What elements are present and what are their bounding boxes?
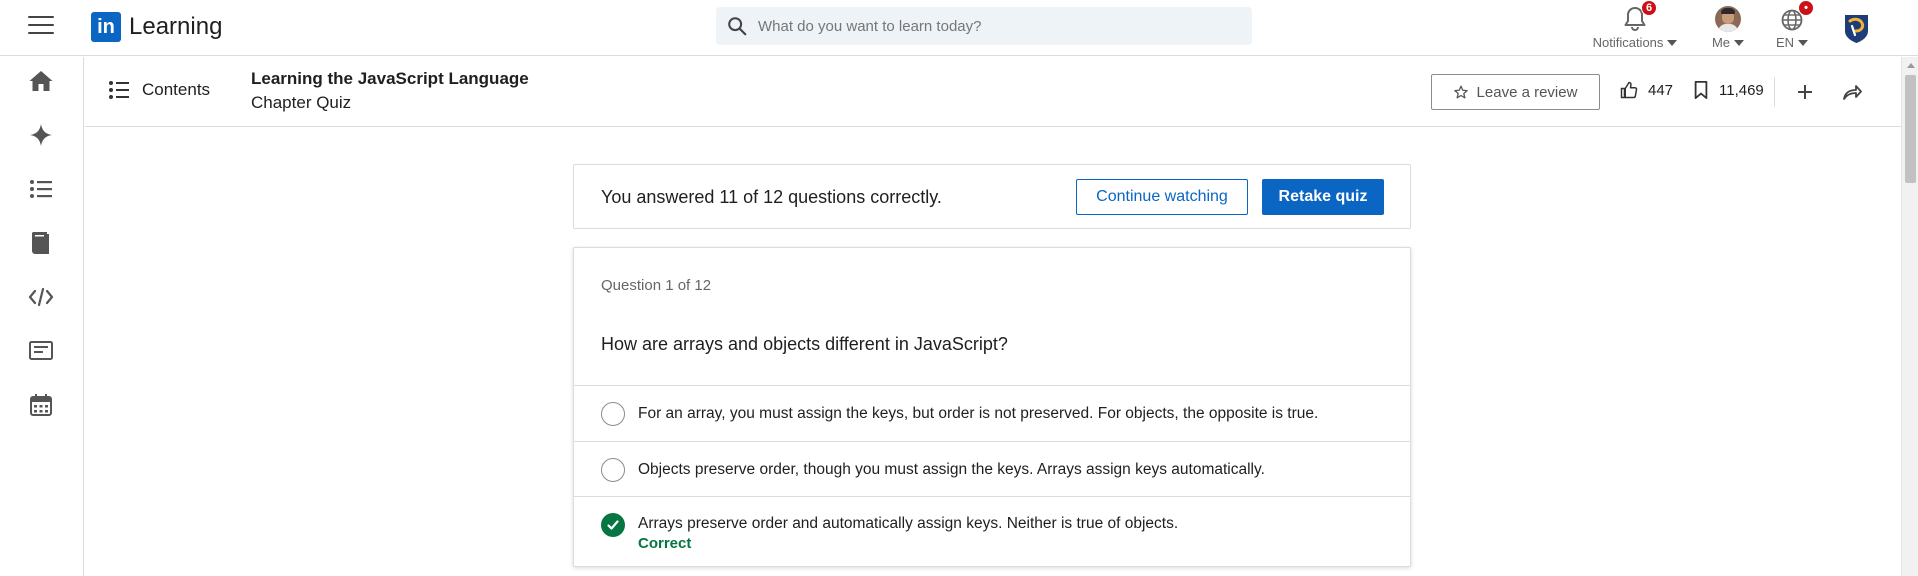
share-icon[interactable] xyxy=(1841,81,1863,103)
save-count: 11,469 xyxy=(1719,81,1764,99)
course-subtitle: Chapter Quiz xyxy=(251,93,352,112)
quiz-result-text: You answered 11 of 12 questions correctl… xyxy=(601,187,942,207)
sparkle-icon[interactable] xyxy=(27,121,55,149)
thumbs-up-icon xyxy=(1620,81,1638,99)
answer-option-text: Arrays preserve order and automatically … xyxy=(638,515,1179,532)
organization-shield-icon[interactable] xyxy=(1843,13,1870,43)
header-divider xyxy=(1774,77,1775,107)
book-icon[interactable] xyxy=(27,229,55,257)
leave-review-label: Leave a review xyxy=(1476,83,1578,101)
radio-button[interactable] xyxy=(601,458,625,482)
avatar xyxy=(1715,6,1741,32)
contents-list-icon xyxy=(109,81,129,99)
chevron-down-icon xyxy=(1734,39,1745,46)
list-icon[interactable] xyxy=(27,175,55,203)
linkedin-in-icon: in xyxy=(91,12,121,42)
bookmark-icon xyxy=(1694,81,1708,99)
question-card: Question 1 of 12 How are arrays and obje… xyxy=(573,247,1411,567)
calendar-icon[interactable] xyxy=(27,391,55,419)
answer-option-text: Objects preserve order, though you must … xyxy=(638,461,1265,478)
answer-option[interactable]: Objects preserve order, though you must … xyxy=(574,441,1410,496)
answer-option[interactable]: For an array, you must assign the keys, … xyxy=(574,385,1410,441)
leave-review-button[interactable]: Leave a review xyxy=(1431,74,1600,110)
add-icon[interactable] xyxy=(1794,81,1816,103)
certificate-icon[interactable] xyxy=(27,337,55,365)
nav-notifications[interactable]: 6 Notifications xyxy=(1589,0,1681,56)
nav-language[interactable]: • EN xyxy=(1770,0,1814,56)
correct-label: Correct xyxy=(638,535,692,552)
vertical-scrollbar[interactable] xyxy=(1901,57,1918,576)
search-input[interactable] xyxy=(758,17,1238,35)
left-rail xyxy=(0,57,84,576)
question-number: Question 1 of 12 xyxy=(601,277,712,294)
contents-label: Contents xyxy=(142,80,211,99)
question-text: How are arrays and objects different in … xyxy=(601,334,1008,354)
course-title[interactable]: Learning the JavaScript Language xyxy=(251,69,529,89)
star-icon xyxy=(1453,85,1468,99)
retake-quiz-button[interactable]: Retake quiz xyxy=(1262,179,1384,215)
home-icon[interactable] xyxy=(27,67,55,95)
like-count: 447 xyxy=(1648,81,1674,99)
quiz-result-card: You answered 11 of 12 questions correctl… xyxy=(573,164,1411,229)
answer-option-text: For an array, you must assign the keys, … xyxy=(638,405,1319,422)
like-button[interactable]: 447 xyxy=(1620,81,1673,99)
continue-watching-button[interactable]: Continue watching xyxy=(1076,179,1248,215)
answer-option-correct[interactable]: Arrays preserve order and automatically … xyxy=(574,496,1410,566)
linkedin-learning-logo[interactable]: in Learning xyxy=(91,12,222,42)
brand-name: Learning xyxy=(129,13,223,40)
chevron-down-icon xyxy=(1667,39,1678,46)
chevron-down-icon xyxy=(1798,39,1809,46)
code-icon[interactable] xyxy=(27,283,55,311)
notifications-badge: 6 xyxy=(1641,0,1657,16)
language-label: EN xyxy=(1775,35,1795,50)
scroll-up-arrow-icon[interactable] xyxy=(1907,63,1915,68)
save-button[interactable]: 11,469 xyxy=(1693,81,1764,99)
checkmark-icon xyxy=(601,513,625,537)
me-label: Me xyxy=(1711,35,1731,50)
contents-button[interactable]: Contents xyxy=(108,79,210,101)
search-bar[interactable] xyxy=(716,7,1252,45)
language-badge: • xyxy=(1798,0,1814,16)
scrollbar-thumb[interactable] xyxy=(1905,75,1916,183)
search-icon xyxy=(728,17,747,36)
radio-button[interactable] xyxy=(601,402,625,426)
course-header: Contents Learning the JavaScript Languag… xyxy=(85,57,1901,127)
nav-me[interactable]: Me xyxy=(1706,0,1750,56)
top-navigation: in Learning 6 Notifications Me • EN xyxy=(0,0,1918,56)
menu-icon[interactable] xyxy=(28,16,54,36)
notifications-label: Notifications xyxy=(1592,35,1664,50)
